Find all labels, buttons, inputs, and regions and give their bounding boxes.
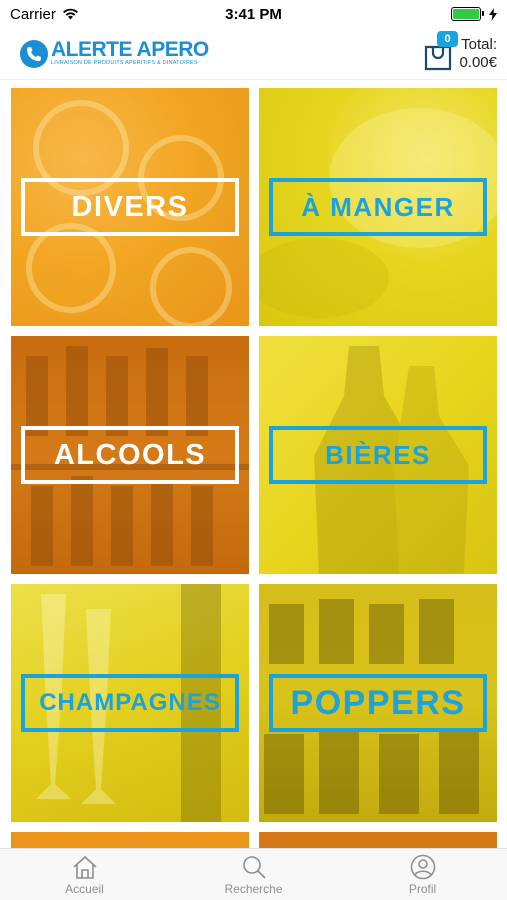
carrier-label: Carrier: [10, 5, 56, 23]
clock: 3:41 PM: [225, 5, 282, 23]
phone-logo-icon: [20, 39, 48, 68]
tab-home[interactable]: Accueil: [25, 854, 145, 896]
category-label: À MANGER: [269, 178, 487, 236]
logo-title: ALERTE APERO: [51, 38, 209, 61]
home-icon: [72, 855, 97, 879]
category-label: DIVERS: [21, 178, 239, 236]
logo-subtitle: LIVRAISON DE PRODUITS APERITIFS & DINATO…: [51, 60, 198, 66]
search-icon: [242, 855, 266, 879]
wifi-icon: [62, 8, 78, 20]
category-label: POPPERS: [269, 674, 487, 732]
category-tile-partial[interactable]: [11, 832, 249, 848]
category-tile-alcools[interactable]: ALCOOLS: [11, 336, 249, 574]
category-label: ALCOOLS: [21, 426, 239, 484]
app-logo[interactable]: ALERTE APERO LIVRAISON DE PRODUITS APERI…: [20, 38, 209, 68]
total-value: 0.00€: [459, 53, 497, 71]
tab-profile[interactable]: Profil: [363, 854, 483, 896]
category-tile-champagnes[interactable]: CHAMPAGNES: [11, 584, 249, 822]
category-tile-a-manger[interactable]: À MANGER: [259, 88, 497, 326]
category-tile-poppers[interactable]: POPPERS: [259, 584, 497, 822]
category-tile-bieres[interactable]: BIÈRES: [259, 336, 497, 574]
cart-summary[interactable]: 0 Total: 0.00€: [423, 30, 497, 72]
cart-count-badge: 0: [437, 30, 458, 47]
category-tile-divers[interactable]: DIVERS: [11, 88, 249, 326]
profile-icon: [410, 854, 435, 879]
category-label: CHAMPAGNES: [21, 674, 239, 732]
tab-bar: Accueil Recherche Profil: [0, 848, 507, 900]
charging-bolt-icon: [488, 7, 497, 21]
tab-profile-label: Profil: [408, 881, 437, 896]
category-tile-partial[interactable]: [259, 832, 497, 848]
tab-search-label: Recherche: [224, 881, 283, 896]
total-label: Total:: [461, 35, 497, 53]
battery-icon: [450, 7, 484, 21]
tab-home-label: Accueil: [65, 881, 104, 896]
category-label: BIÈRES: [269, 426, 487, 484]
status-bar: Carrier 3:41 PM: [0, 0, 507, 28]
app-header: ALERTE APERO LIVRAISON DE PRODUITS APERI…: [0, 28, 507, 80]
tab-search[interactable]: Recherche: [194, 854, 314, 896]
